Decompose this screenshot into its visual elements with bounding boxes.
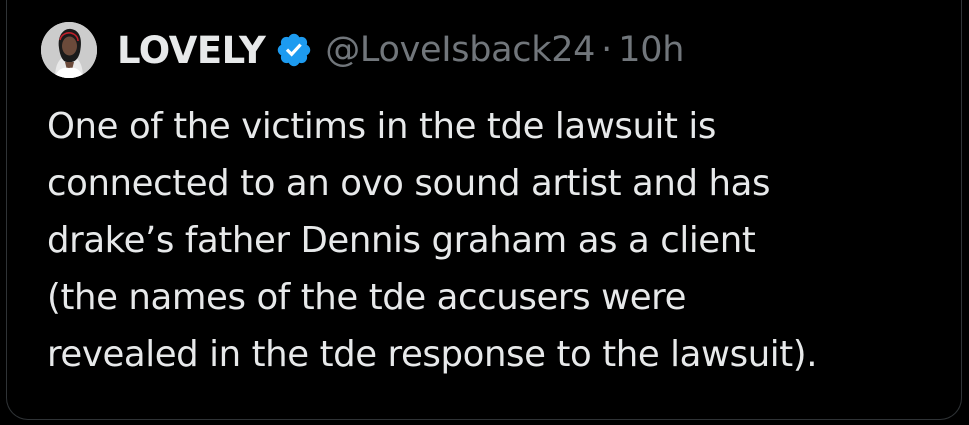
author-handle[interactable]: @LoveIsback24 [325, 30, 595, 70]
display-name[interactable]: LOVELY [117, 29, 266, 72]
tweet-text: One of the victims in the tde lawsuit is… [47, 98, 947, 383]
avatar-image [41, 22, 97, 78]
tweet-text-line: (the names of the tde accusers were [47, 277, 687, 318]
tweet-text-line: One of the victims in the tde lawsuit is [47, 106, 716, 147]
avatar[interactable] [41, 22, 97, 78]
timestamp[interactable]: 10h [618, 30, 684, 70]
tweet-text-line: connected to an ovo sound artist and has [47, 163, 771, 204]
tweet-header: LOVELY @LoveIsback24 · 10h [41, 22, 684, 78]
verified-badge-icon [275, 31, 313, 69]
tweet-card[interactable]: LOVELY @LoveIsback24 · 10h One of the vi… [6, 0, 962, 420]
tweet-text-line: drake’s father Dennis graham as a client [47, 220, 756, 261]
tweet-text-line: revealed in the tde response to the laws… [47, 334, 818, 375]
separator-dot: · [601, 30, 613, 70]
